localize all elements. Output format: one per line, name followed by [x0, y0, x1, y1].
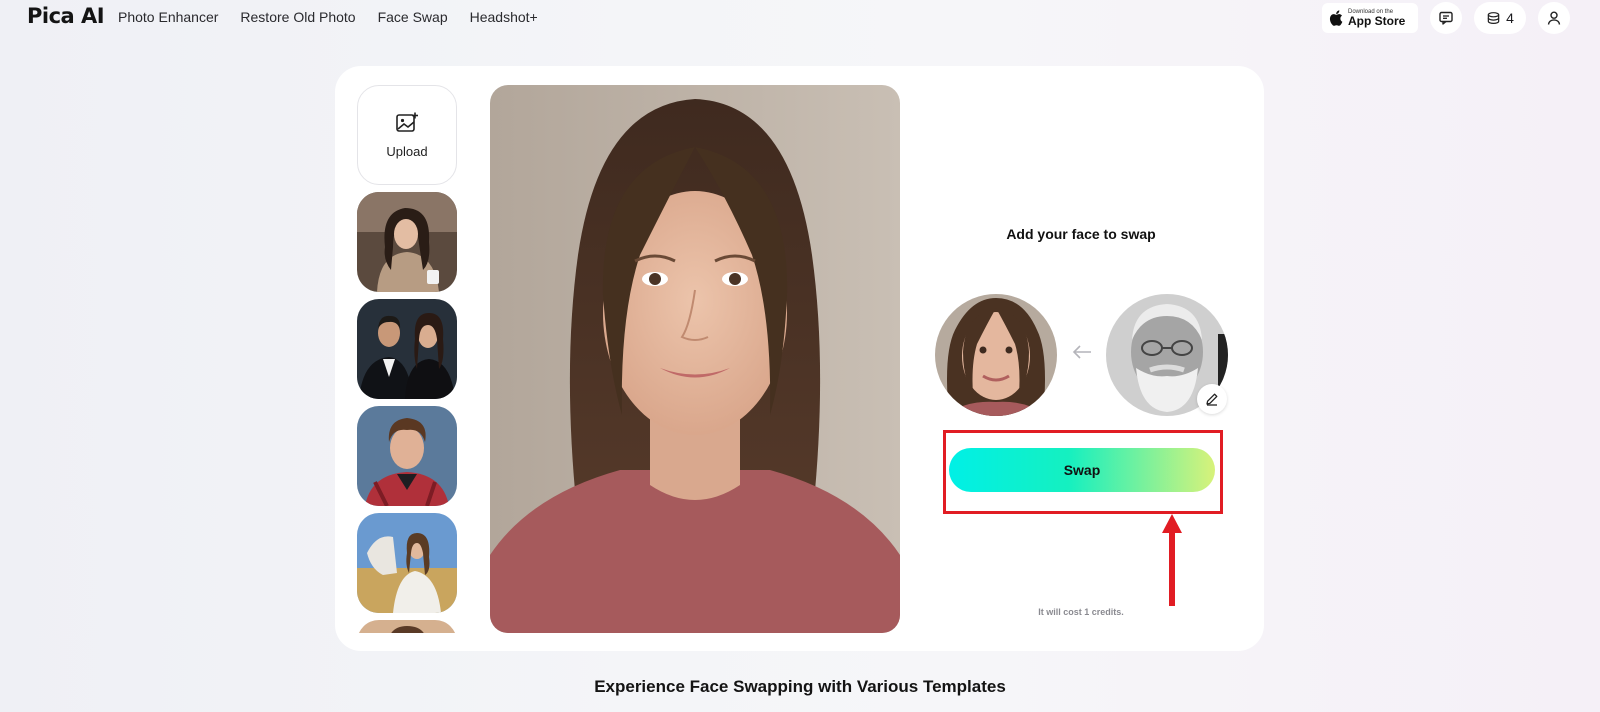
feedback-button[interactable]: [1430, 2, 1462, 34]
template-image: [357, 620, 457, 633]
annotation-arrow-icon: [1162, 514, 1182, 606]
template-thumbnail-list[interactable]: Upload: [357, 85, 457, 633]
add-face-title: Add your face to swap: [1006, 226, 1156, 242]
credits-count: 4: [1506, 10, 1514, 26]
pica-ai-logo[interactable]: Pica AI: [27, 4, 105, 28]
coin-stack-icon: [1487, 11, 1500, 24]
template-thumbnail-partial[interactable]: [357, 620, 457, 633]
template-thumbnail-teen-boy[interactable]: [357, 406, 457, 506]
template-thumbnail-woman-cafe[interactable]: [357, 192, 457, 292]
nav-photo-enhancer[interactable]: Photo Enhancer: [118, 9, 218, 25]
target-face-image: [935, 294, 1057, 416]
target-face-preview: [935, 294, 1057, 416]
template-image-large: [490, 85, 900, 633]
top-navigation-bar: Pica AI Photo Enhancer Restore Old Photo…: [0, 0, 1600, 36]
nav-restore-old-photo[interactable]: Restore Old Photo: [240, 9, 355, 25]
templates-section-heading: Experience Face Swapping with Various Te…: [594, 677, 1006, 696]
message-icon: [1439, 11, 1453, 25]
template-image: [357, 513, 457, 613]
template-thumbnail-couple-formal[interactable]: [357, 299, 457, 399]
image-plus-icon: [396, 112, 418, 132]
template-thumbnail-woman-horse[interactable]: [357, 513, 457, 613]
header-actions: Download on the App Store 4: [1322, 2, 1570, 34]
main-nav: Photo Enhancer Restore Old Photo Face Sw…: [118, 9, 538, 25]
template-image: [357, 299, 457, 399]
selected-template-photo: [490, 85, 900, 633]
user-account-button[interactable]: [1538, 2, 1570, 34]
pencil-icon: [1206, 393, 1218, 406]
app-store-big-text: App Store: [1348, 14, 1406, 28]
arrow-left-icon: [1072, 345, 1091, 359]
apple-icon: [1329, 10, 1343, 26]
template-image: [357, 192, 457, 292]
credits-button[interactable]: 4: [1474, 2, 1526, 34]
nav-headshot-plus[interactable]: Headshot+: [470, 9, 538, 25]
app-store-badge[interactable]: Download on the App Store: [1322, 3, 1418, 33]
upload-button[interactable]: Upload: [357, 85, 457, 185]
credit-cost-note: It will cost 1 credits.: [1038, 607, 1124, 617]
user-icon: [1547, 11, 1561, 25]
upload-label: Upload: [386, 143, 428, 159]
nav-face-swap[interactable]: Face Swap: [378, 9, 448, 25]
edit-face-button[interactable]: [1197, 384, 1227, 414]
annotation-highlight-box: [943, 430, 1223, 514]
template-image: [357, 406, 457, 506]
face-swap-editor-card: Upload Add your face to swap Swap It wil…: [335, 66, 1264, 651]
